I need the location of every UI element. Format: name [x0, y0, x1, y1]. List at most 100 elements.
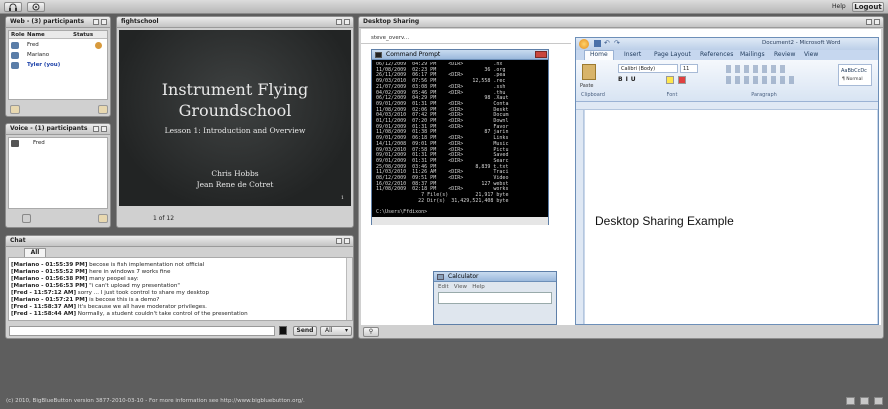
presenter-button[interactable]	[98, 105, 108, 114]
user-name-self: Tyler (you)	[27, 62, 61, 68]
column-role[interactable]: Role	[11, 31, 25, 39]
users-panel: Web - (3) participants Role Name Status …	[5, 16, 111, 117]
slide-canvas[interactable]: Instrument Flying Groundschool Lesson 1:…	[119, 30, 351, 206]
document-page[interactable]: Desktop Sharing Example	[585, 110, 877, 324]
alignment-buttons[interactable]	[726, 76, 796, 84]
highlight-icon[interactable]	[666, 76, 674, 84]
voice-participant-row[interactable]: Fred	[9, 139, 107, 148]
calculator-icon	[437, 274, 444, 280]
paste-label: Paste	[580, 83, 594, 89]
styles-gallery[interactable]: AaBbCcDc ¶ Normal	[838, 64, 872, 86]
font-name-select[interactable]: Calibri (Body)	[618, 64, 678, 73]
minimize-icon[interactable]	[336, 19, 342, 25]
minimize-icon[interactable]	[93, 19, 99, 25]
word-window-title: Document2 - Microsoft Word	[762, 40, 841, 46]
presentation-title: fightschool	[117, 17, 353, 28]
command-prompt-window[interactable]: Command Prompt 06/12/2009 04:29 PM <DIR>…	[371, 49, 549, 225]
tab-home[interactable]: Home	[590, 50, 608, 59]
tab-page-layout[interactable]: Page Layout	[654, 50, 691, 59]
console-line: C:\Users\Ffdixon>	[376, 209, 428, 216]
menu-view[interactable]: View	[454, 284, 467, 290]
group-clipboard: Clipboard	[581, 92, 605, 98]
restore-icon[interactable]	[874, 397, 883, 405]
mute-icon[interactable]	[11, 140, 19, 147]
raise-hand-button[interactable]	[10, 105, 20, 114]
layout-icon[interactable]	[846, 397, 855, 405]
chat-messages: [Mariano - 01:55:39 PM] becose is fish i…	[8, 257, 353, 321]
slide-heading-line2: Groundschool	[178, 101, 292, 120]
presentation-panel: fightschool Instrument Flying Groundscho…	[116, 16, 354, 228]
console-icon	[375, 52, 382, 58]
maximize-icon[interactable]	[101, 19, 107, 25]
help-link[interactable]: Help	[832, 3, 846, 10]
chat-message: [Fred - 11:57:12 AM] sorry ... I just to…	[11, 290, 210, 296]
minimize-icon[interactable]	[93, 126, 99, 132]
redo-icon[interactable]: ↷	[614, 39, 620, 47]
tab-references[interactable]: References	[700, 50, 733, 59]
font-color-icon[interactable]	[678, 76, 686, 84]
office-button-icon[interactable]	[579, 39, 589, 49]
user-row[interactable]: Fred	[9, 41, 107, 50]
voice-panel: Voice - (1) participants Fred	[5, 123, 111, 228]
headset-button[interactable]	[4, 2, 22, 12]
undo-icon[interactable]: ↶	[604, 39, 610, 47]
vertical-ruler[interactable]	[576, 110, 584, 324]
font-size-select[interactable]: 11	[680, 64, 698, 73]
chat-target-select[interactable]: All ▾	[320, 326, 352, 336]
paste-icon[interactable]	[582, 64, 596, 80]
send-button[interactable]: Send	[293, 326, 317, 336]
zoom-button[interactable]: ⚲	[363, 327, 379, 337]
word-window[interactable]: ↶ ↷ Document2 - Microsoft Word Home Inse…	[575, 37, 879, 325]
tab-view[interactable]: View	[804, 50, 818, 59]
column-name[interactable]: Name	[27, 31, 45, 39]
slide-subtitle: Lesson 1: Introduction and Overview	[164, 126, 306, 135]
horizontal-scrollbar[interactable]	[372, 217, 548, 225]
webcam-icon	[32, 3, 40, 11]
speaker-button[interactable]	[22, 214, 31, 223]
lock-button[interactable]	[98, 214, 108, 223]
fullscreen-icon[interactable]	[860, 397, 869, 405]
user-row[interactable]: Tyler (you)	[9, 61, 107, 70]
menu-edit[interactable]: Edit	[438, 284, 449, 290]
ribbon: Paste Calibri (Body) 11 BIU AaBbCcDc ¶ N…	[576, 60, 878, 102]
close-icon[interactable]	[535, 51, 547, 58]
maximize-icon[interactable]	[101, 126, 107, 132]
voice-list: Fred	[8, 137, 108, 209]
menu-help[interactable]: Help	[472, 284, 485, 290]
calculator-display	[438, 292, 552, 304]
settings-button[interactable]	[27, 2, 45, 12]
shared-desktop-view[interactable]: steve_overv... Command Prompt 06/12/2009…	[361, 29, 881, 325]
slide-author-1: Chris Hobbs	[211, 169, 259, 178]
headset-icon	[9, 3, 17, 11]
tab-insert[interactable]: Insert	[624, 50, 641, 59]
desktop-sharing-panel: Desktop Sharing steve_overv... Command P…	[358, 16, 884, 339]
voice-participant-name: Fred	[33, 140, 45, 146]
color-picker[interactable]	[279, 326, 287, 335]
minimize-icon[interactable]	[866, 19, 872, 25]
chat-message: [Fred - 11:58:44 AM] Normally, a student…	[11, 311, 248, 317]
user-row[interactable]: Mariano	[9, 51, 107, 60]
calculator-window[interactable]: Calculator Edit View Help	[433, 271, 557, 325]
chat-scrollbar[interactable]	[346, 258, 352, 320]
logout-button[interactable]: Logout	[852, 2, 884, 12]
maximize-icon[interactable]	[344, 19, 350, 25]
save-icon[interactable]	[594, 40, 601, 47]
format-buttons[interactable]: BIU	[618, 76, 639, 83]
document-body-text: Desktop Sharing Example	[595, 214, 734, 228]
paragraph-buttons[interactable]	[726, 65, 786, 73]
maximize-icon[interactable]	[874, 19, 880, 25]
calculator-titlebar: Calculator	[434, 272, 556, 282]
explorer-path: steve_overv...	[371, 35, 410, 41]
chat-tab-all[interactable]: All	[24, 248, 46, 257]
maximize-icon[interactable]	[344, 238, 350, 244]
slide-page-number: 1	[341, 196, 344, 201]
column-status[interactable]: Status	[73, 31, 93, 39]
chat-input[interactable]	[9, 326, 275, 336]
ruler[interactable]	[576, 102, 878, 110]
page-indicator: 1 of 12	[153, 215, 175, 222]
footer-copyright: (c) 2010, BigBlueButton version 3877-201…	[6, 398, 305, 404]
tab-review[interactable]: Review	[774, 50, 795, 59]
minimize-icon[interactable]	[336, 238, 342, 244]
zoom-icon: ⚲	[368, 328, 374, 335]
tab-mailings[interactable]: Mailings	[740, 50, 765, 59]
